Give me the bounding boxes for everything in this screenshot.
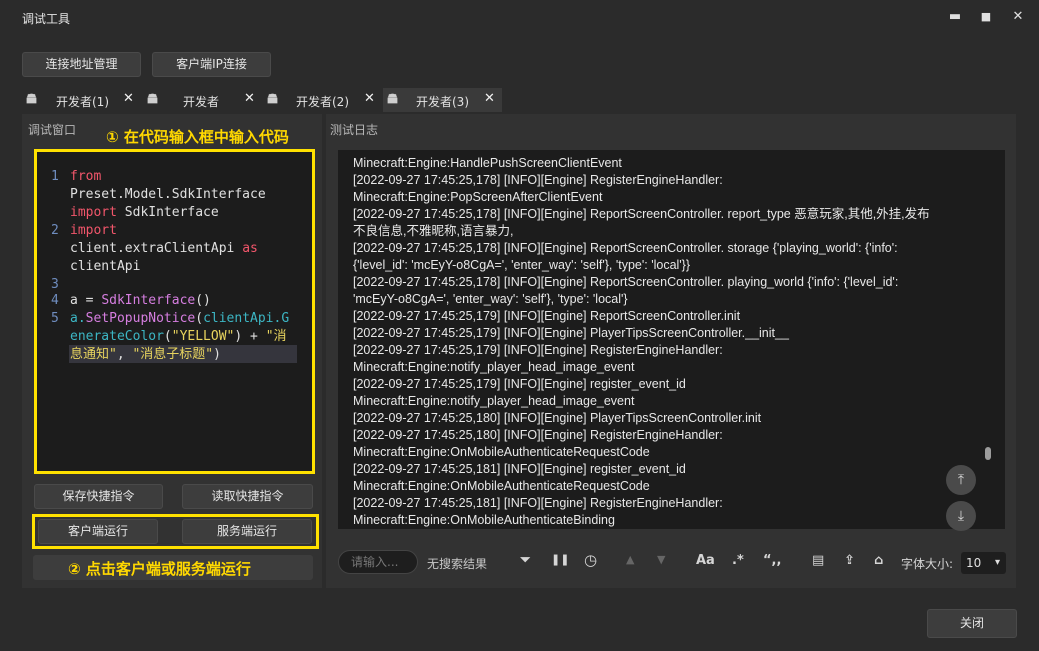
search-bar: 请输入... 无搜索结果 ⏷ ❚❚ ◷ ▲ ▼ Aa .* “,, ▤ ⇪ ⌂ … bbox=[338, 548, 1008, 576]
log-line: [2022-09-27 17:45:25,179] [INFO][Engine]… bbox=[353, 326, 789, 340]
font-size-label: 字体大小: bbox=[901, 557, 954, 571]
code-line: 息通知", "消息子标题") bbox=[70, 347, 221, 362]
regex-icon[interactable]: .* bbox=[732, 553, 744, 568]
log-line: Minecraft:Engine:notify_player_head_imag… bbox=[353, 360, 635, 374]
arrow-up-icon[interactable]: ▲ bbox=[626, 553, 634, 566]
load-shortcut-button[interactable]: 读取快捷指令 bbox=[182, 484, 313, 509]
log-line: 'mcEyY-o8CgA=', 'enter_way': 'self'}, 't… bbox=[353, 292, 628, 306]
log-line: Minecraft:Engine:OnMobileAuthenticateReq… bbox=[353, 479, 650, 493]
log-output[interactable]: Minecraft:Engine:HandlePushScreenClientE… bbox=[338, 150, 1005, 529]
title-bar: 调试工具 ▬ ■ ✕ bbox=[0, 0, 1039, 34]
code-editor[interactable]: 1 from Preset.Model.SdkInterface import … bbox=[34, 149, 315, 474]
code-line: a = SdkInterface() bbox=[70, 293, 211, 308]
log-line: [2022-09-27 17:45:25,178] [INFO][Engine]… bbox=[353, 173, 723, 187]
tab-developer-2[interactable]: 开发者(2) ✕ bbox=[263, 88, 383, 112]
android-icon bbox=[387, 93, 398, 104]
line-number: 5 bbox=[51, 311, 59, 326]
log-line: [2022-09-27 17:45:25,181] [INFO][Engine]… bbox=[353, 462, 686, 476]
android-icon bbox=[147, 93, 158, 104]
log-line: [2022-09-27 17:45:25,178] [INFO][Engine]… bbox=[353, 241, 898, 255]
log-line: [2022-09-27 17:45:25,179] [INFO][Engine]… bbox=[353, 343, 723, 357]
log-line: [2022-09-27 17:45:25,179] [INFO][Engine]… bbox=[353, 377, 686, 391]
font-size-value: 10 bbox=[966, 556, 982, 570]
tab-developer-1[interactable]: 开发者(1) ✕ bbox=[22, 88, 142, 112]
annotation-step-1: ① 在代码输入框中输入代码 bbox=[106, 128, 289, 146]
tab-close-icon[interactable]: ✕ bbox=[244, 91, 255, 106]
search-result-status: 无搜索结果 bbox=[427, 557, 488, 571]
code-line: clientApi bbox=[70, 259, 141, 274]
code-line: client.extraClientApi as bbox=[70, 241, 258, 256]
code-line: import bbox=[70, 223, 117, 238]
log-line: [2022-09-27 17:45:25,179] [INFO][Engine]… bbox=[353, 309, 741, 323]
scroll-to-top-icon[interactable]: ⤒ bbox=[946, 465, 976, 495]
font-size-select[interactable]: 10 ▾ bbox=[961, 552, 1006, 574]
window-title: 调试工具 bbox=[22, 12, 71, 26]
android-icon bbox=[267, 93, 278, 104]
tab-close-icon[interactable]: ✕ bbox=[364, 91, 375, 106]
log-line: [2022-09-27 17:45:25,180] [INFO][Engine]… bbox=[353, 411, 762, 425]
log-line: Minecraft:Engine:PopScreenAfterClientEve… bbox=[353, 190, 603, 204]
tab-label: 开发者 bbox=[183, 95, 220, 109]
filter-icon[interactable]: ⏷ bbox=[520, 553, 530, 568]
clear-icon[interactable]: ⌂ bbox=[874, 553, 883, 568]
code-line: from bbox=[70, 169, 102, 184]
log-line: [2022-09-27 17:45:25,181] [INFO][Engine]… bbox=[353, 496, 723, 510]
code-line: Preset.Model.SdkInterface bbox=[70, 187, 266, 202]
client-ip-connect-button[interactable]: 客户端IP连接 bbox=[152, 52, 271, 77]
scroll-to-bottom-icon[interactable]: ⤓ bbox=[946, 501, 976, 531]
android-icon bbox=[26, 93, 37, 104]
log-line: {'level_id': 'mcEyY-o8CgA=', 'enter_way'… bbox=[353, 258, 691, 272]
chevron-down-icon: ▾ bbox=[994, 557, 1000, 568]
code-line: a.SetPopupNotice(clientApi.G bbox=[70, 311, 290, 326]
search-input[interactable]: 请输入... bbox=[338, 550, 418, 574]
line-number: 2 bbox=[51, 223, 59, 238]
log-lines: Minecraft:Engine:HandlePushScreenClientE… bbox=[353, 155, 930, 529]
close-window-button[interactable]: ✕ bbox=[1008, 8, 1028, 26]
annotation-step-2: ② 点击客户端或服务端运行 bbox=[68, 560, 251, 578]
tab-developer-3[interactable]: 开发者(3) ✕ bbox=[383, 88, 502, 112]
log-line: Minecraft:Engine:HandlePushScreenClientE… bbox=[353, 156, 622, 170]
log-scrollbar[interactable] bbox=[985, 447, 991, 460]
log-line: Minecraft:Engine:OnMobileAuthenticateReq… bbox=[353, 445, 650, 459]
code-line: enerateColor("YELLOW") + "消 bbox=[70, 329, 287, 344]
minimize-button[interactable]: ▬ bbox=[945, 8, 965, 26]
tab-label: 开发者(3) bbox=[416, 95, 469, 109]
server-run-button[interactable]: 服务端运行 bbox=[182, 519, 312, 544]
tab-close-icon[interactable]: ✕ bbox=[123, 91, 134, 106]
export-icon[interactable]: ⇪ bbox=[844, 553, 855, 568]
log-line: 不良信息,不雅昵称,语言暴力, bbox=[353, 224, 514, 238]
close-button[interactable]: 关闭 bbox=[927, 609, 1017, 638]
log-line: [2022-09-27 17:45:25,178] [INFO][Engine]… bbox=[353, 275, 899, 289]
client-run-button[interactable]: 客户端运行 bbox=[38, 519, 158, 544]
tab-label: 开发者(1) bbox=[56, 95, 109, 109]
tab-label: 开发者(2) bbox=[296, 95, 349, 109]
save-shortcut-button[interactable]: 保存快捷指令 bbox=[34, 484, 163, 509]
pause-icon[interactable]: ❚❚ bbox=[551, 553, 569, 566]
copy-icon[interactable]: ▤ bbox=[812, 553, 824, 568]
tab-close-icon[interactable]: ✕ bbox=[484, 91, 495, 106]
debug-panel-header: 调试窗口 bbox=[28, 123, 77, 137]
address-manage-button[interactable]: 连接地址管理 bbox=[22, 52, 141, 77]
quote-icon[interactable]: “,, bbox=[763, 553, 781, 568]
match-case-icon[interactable]: Aa bbox=[696, 553, 715, 568]
history-icon[interactable]: ◷ bbox=[584, 551, 597, 569]
line-number: 4 bbox=[51, 293, 59, 308]
code-line: import SdkInterface bbox=[70, 205, 219, 220]
log-line: [2022-09-27 17:45:25,178] [INFO][Engine]… bbox=[353, 207, 930, 221]
maximize-button[interactable]: ■ bbox=[976, 8, 996, 26]
log-panel-header: 测试日志 bbox=[330, 123, 379, 137]
log-line: [2022-09-27 17:45:25,180] [INFO][Engine]… bbox=[353, 428, 723, 442]
log-line: Minecraft:Engine:notify_player_head_imag… bbox=[353, 394, 635, 408]
line-number: 1 bbox=[51, 169, 59, 184]
arrow-down-icon[interactable]: ▼ bbox=[657, 553, 665, 566]
tab-developer[interactable]: 开发者 ✕ bbox=[143, 88, 263, 112]
log-line: Minecraft:Engine:OnMobileAuthenticateBin… bbox=[353, 513, 615, 527]
